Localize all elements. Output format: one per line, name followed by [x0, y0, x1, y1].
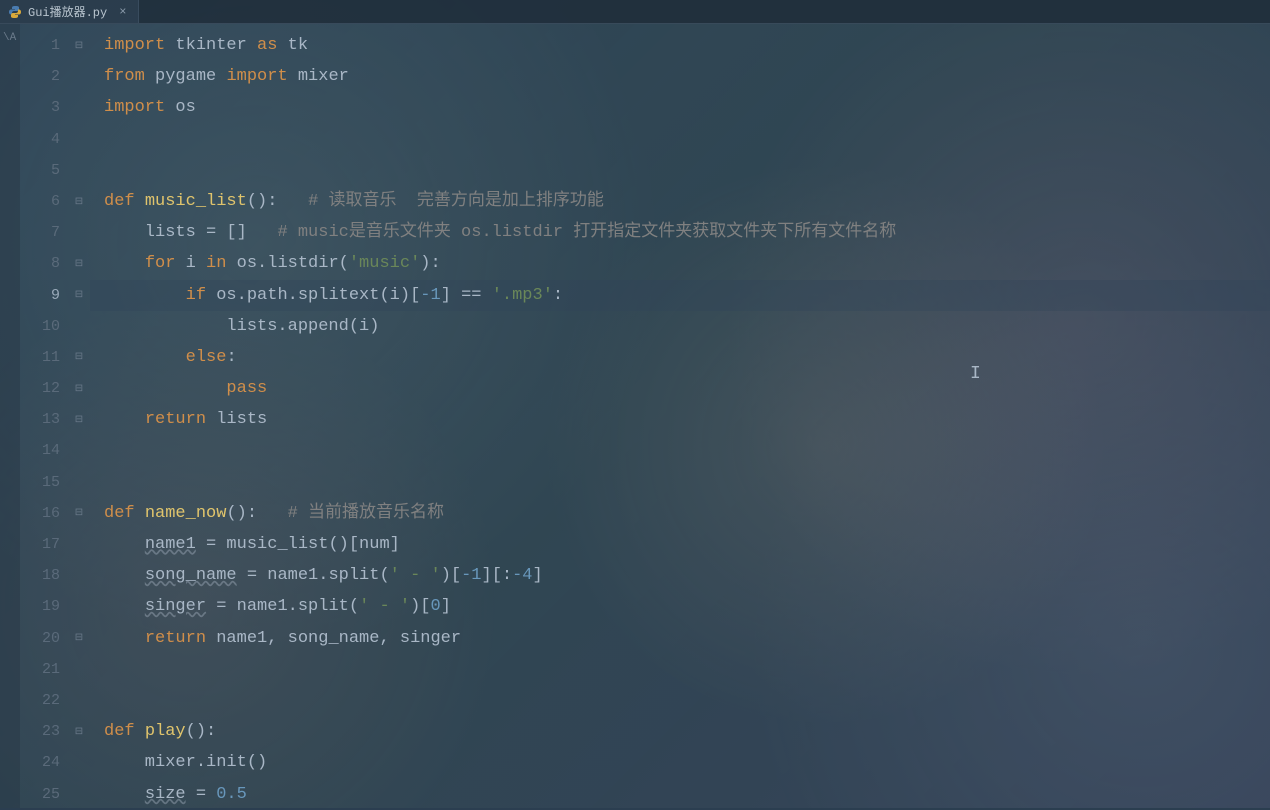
fold-marker[interactable]: ⊟	[68, 404, 90, 435]
code-line[interactable]: return name1, song_name, singer	[90, 623, 1270, 654]
fold-marker	[68, 311, 90, 342]
fold-marker	[68, 560, 90, 591]
editor-area[interactable]: \A 1234567891011121314151617181920212223…	[0, 24, 1270, 808]
line-number: 6	[20, 186, 68, 217]
code-line[interactable]: return lists	[90, 404, 1270, 435]
code-content[interactable]: I import tkinter as tkfrom pygame import…	[90, 24, 1270, 808]
fold-marker	[68, 747, 90, 778]
close-icon[interactable]: ×	[119, 5, 126, 19]
line-number: 19	[20, 591, 68, 622]
fold-marker	[68, 155, 90, 186]
fold-marker	[68, 435, 90, 466]
fold-marker	[68, 591, 90, 622]
code-line[interactable]	[90, 685, 1270, 716]
fold-marker[interactable]: ⊟	[68, 623, 90, 654]
python-file-icon	[8, 5, 22, 19]
line-number: 14	[20, 435, 68, 466]
fold-marker	[68, 217, 90, 248]
code-line[interactable]: name1 = music_list()[num]	[90, 529, 1270, 560]
line-number-gutter: 1234567891011121314151617181920212223242…	[20, 24, 68, 808]
code-line[interactable]	[90, 435, 1270, 466]
tab-bar: Gui播放器.py ×	[0, 0, 1270, 24]
line-number: 11	[20, 342, 68, 373]
line-number: 23	[20, 716, 68, 747]
line-number: 16	[20, 498, 68, 529]
line-number: 12	[20, 373, 68, 404]
fold-marker[interactable]: ⊟	[68, 186, 90, 217]
file-tab[interactable]: Gui播放器.py ×	[0, 0, 139, 23]
code-line[interactable]: pass	[90, 373, 1270, 404]
code-line[interactable]: import os	[90, 92, 1270, 123]
fold-marker[interactable]: ⊟	[68, 342, 90, 373]
left-margin: \A	[0, 24, 20, 808]
fold-marker	[68, 529, 90, 560]
line-number: 13	[20, 404, 68, 435]
code-line[interactable]: def music_list(): # 读取音乐 完善方向是加上排序功能	[90, 186, 1270, 217]
code-line[interactable]: song_name = name1.split(' - ')[-1][:-4]	[90, 560, 1270, 591]
line-number: 15	[20, 467, 68, 498]
code-line[interactable]	[90, 467, 1270, 498]
fold-marker	[68, 779, 90, 810]
code-line[interactable]	[90, 654, 1270, 685]
line-number: 25	[20, 779, 68, 810]
code-line[interactable]: def name_now(): # 当前播放音乐名称	[90, 498, 1270, 529]
line-number: 1	[20, 30, 68, 61]
line-number: 2	[20, 61, 68, 92]
line-number: 24	[20, 747, 68, 778]
fold-marker	[68, 92, 90, 123]
fold-gutter: ⊟⊟⊟⊟⊟⊟⊟⊟⊟⊟	[68, 24, 90, 808]
code-line[interactable]: else:	[90, 342, 1270, 373]
code-line[interactable]	[90, 124, 1270, 155]
fold-marker	[68, 124, 90, 155]
code-line[interactable]: mixer.init()	[90, 747, 1270, 778]
fold-marker[interactable]: ⊟	[68, 280, 90, 311]
code-line[interactable]: def play():	[90, 716, 1270, 747]
fold-marker	[68, 654, 90, 685]
code-line[interactable]: for i in os.listdir('music'):	[90, 248, 1270, 279]
margin-label: \A	[0, 32, 20, 44]
line-number: 5	[20, 155, 68, 186]
code-line[interactable]	[90, 155, 1270, 186]
code-line[interactable]: size = 0.5	[90, 779, 1270, 810]
code-line[interactable]: lists.append(i)	[90, 311, 1270, 342]
line-number: 4	[20, 124, 68, 155]
fold-marker[interactable]: ⊟	[68, 498, 90, 529]
line-number: 17	[20, 529, 68, 560]
code-line[interactable]: import tkinter as tk	[90, 30, 1270, 61]
line-number: 20	[20, 623, 68, 654]
code-line[interactable]: from pygame import mixer	[90, 61, 1270, 92]
fold-marker[interactable]: ⊟	[68, 716, 90, 747]
line-number: 8	[20, 248, 68, 279]
tab-filename: Gui播放器.py	[28, 3, 107, 20]
text-cursor-icon: I	[970, 364, 981, 384]
line-number: 10	[20, 311, 68, 342]
line-number: 3	[20, 92, 68, 123]
line-number: 22	[20, 685, 68, 716]
fold-marker	[68, 61, 90, 92]
fold-marker[interactable]: ⊟	[68, 248, 90, 279]
fold-marker	[68, 685, 90, 716]
line-number: 9	[20, 280, 68, 311]
code-line[interactable]: if os.path.splitext(i)[-1] == '.mp3':	[90, 280, 1270, 311]
code-line[interactable]: singer = name1.split(' - ')[0]	[90, 591, 1270, 622]
code-line[interactable]: lists = [] # music是音乐文件夹 os.listdir 打开指定…	[90, 217, 1270, 248]
fold-marker[interactable]: ⊟	[68, 30, 90, 61]
line-number: 18	[20, 560, 68, 591]
fold-marker[interactable]: ⊟	[68, 373, 90, 404]
line-number: 7	[20, 217, 68, 248]
fold-marker	[68, 467, 90, 498]
line-number: 21	[20, 654, 68, 685]
